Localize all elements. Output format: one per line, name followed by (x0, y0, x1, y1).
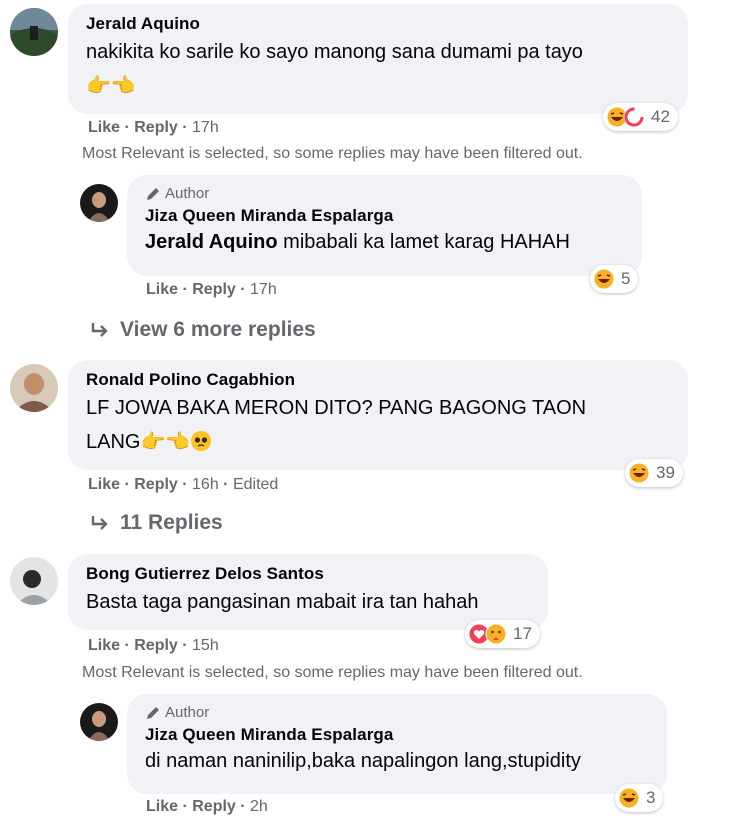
reply-actions: Like · Reply · 2h (146, 798, 268, 815)
commenter-name[interactable]: Jerald Aquino (86, 14, 674, 34)
reply-arrow-icon (91, 516, 108, 530)
avatar[interactable] (10, 364, 58, 412)
avatar[interactable] (10, 557, 58, 605)
reply-link[interactable]: Reply (134, 119, 178, 136)
comment-text: nakikita ko sarile ko sayo manong sana d… (86, 41, 583, 63)
author-badge: Author (145, 185, 628, 202)
haha-reaction-icon (628, 462, 650, 484)
commenter-name[interactable]: Jiza Queen Miranda Espalarga (145, 725, 653, 745)
reply-bubble: Author Jiza Queen Miranda Espalarga di n… (127, 694, 667, 794)
reaction-summary[interactable]: 3 (615, 784, 664, 812)
like-link[interactable]: Like (146, 281, 178, 298)
love-reaction-icon (624, 107, 644, 127)
comment-bubble: Jerald Aquino nakikita ko sarile ko sayo… (68, 4, 688, 114)
filter-note: Most Relevant is selected, so some repli… (82, 145, 583, 162)
reply-bubble: Author Jiza Queen Miranda Espalarga Jera… (127, 175, 642, 276)
comment-actions: Like · Reply · 16h · Edited (88, 476, 279, 493)
reaction-summary[interactable]: 42 (603, 103, 678, 131)
reaction-summary[interactable]: 17 (465, 620, 540, 648)
reply-arrow-icon (91, 323, 108, 337)
reply-actions: Like · Reply · 17h (146, 281, 277, 298)
comment-text-line2: LANG👉👈 (86, 427, 674, 458)
reply-link[interactable]: Reply (134, 476, 178, 493)
commenter-name[interactable]: Jiza Queen Miranda Espalarga (145, 206, 628, 226)
reaction-summary[interactable]: 39 (625, 459, 683, 487)
comment-bubble: Ronald Polino Cagabhion LF JOWA BAKA MER… (68, 360, 688, 470)
reply-link[interactable]: Reply (192, 798, 236, 815)
reply-link[interactable]: Reply (134, 637, 178, 654)
comment-bubble: Bong Gutierrez Delos Santos Basta taga p… (68, 554, 548, 630)
haha-reaction-icon (593, 268, 615, 290)
timestamp[interactable]: 17h (250, 281, 277, 298)
reaction-count: 42 (651, 107, 670, 126)
pencil-icon (147, 706, 159, 719)
like-link[interactable]: Like (88, 637, 120, 654)
timestamp[interactable]: 15h (192, 637, 219, 654)
avatar[interactable] (80, 703, 118, 741)
comment-emoji-line: 👉👈 (86, 75, 136, 97)
avatar[interactable] (10, 8, 58, 56)
reaction-summary[interactable]: 5 (590, 265, 639, 293)
pleading-face-icon (191, 431, 212, 451)
haha-reaction-icon (618, 787, 640, 809)
timestamp[interactable]: 16h (192, 476, 219, 493)
like-link[interactable]: Like (146, 798, 178, 815)
timestamp[interactable]: 17h (192, 119, 219, 136)
comment-text: LF JOWA BAKA MERON DITO? PANG BAGONG TAO… (86, 397, 587, 419)
like-link[interactable]: Like (88, 476, 120, 493)
commenter-name[interactable]: Ronald Polino Cagabhion (86, 370, 674, 390)
comment-text: Basta taga pangasinan mabait ira tan hah… (86, 591, 479, 613)
care-reaction-icon (485, 623, 507, 645)
avatar[interactable] (80, 184, 118, 222)
edited-label: Edited (232, 476, 279, 493)
like-link[interactable]: Like (88, 119, 120, 136)
pencil-icon (147, 187, 159, 200)
mention-link[interactable]: Jerald Aquino (145, 231, 278, 253)
timestamp[interactable]: 2h (250, 798, 268, 815)
replies-count-link[interactable]: 11 Replies (90, 511, 223, 535)
comment-actions: Like · Reply · 17h (88, 119, 219, 136)
author-badge: Author (145, 704, 653, 721)
view-more-replies-link[interactable]: View 6 more replies (90, 318, 316, 342)
reply-text: Jerald Aquino mibabali ka lamet karag HA… (145, 231, 570, 253)
reaction-count: 5 (621, 269, 631, 288)
reaction-count: 3 (646, 788, 656, 807)
reply-text: di naman naninilip,baka napalingon lang,… (145, 750, 581, 772)
reaction-count: 17 (513, 624, 532, 643)
reaction-count: 39 (656, 463, 675, 482)
filter-note: Most Relevant is selected, so some repli… (82, 664, 583, 681)
commenter-name[interactable]: Bong Gutierrez Delos Santos (86, 564, 534, 584)
reply-link[interactable]: Reply (192, 281, 236, 298)
comment-actions: Like · Reply · 15h (88, 637, 219, 654)
